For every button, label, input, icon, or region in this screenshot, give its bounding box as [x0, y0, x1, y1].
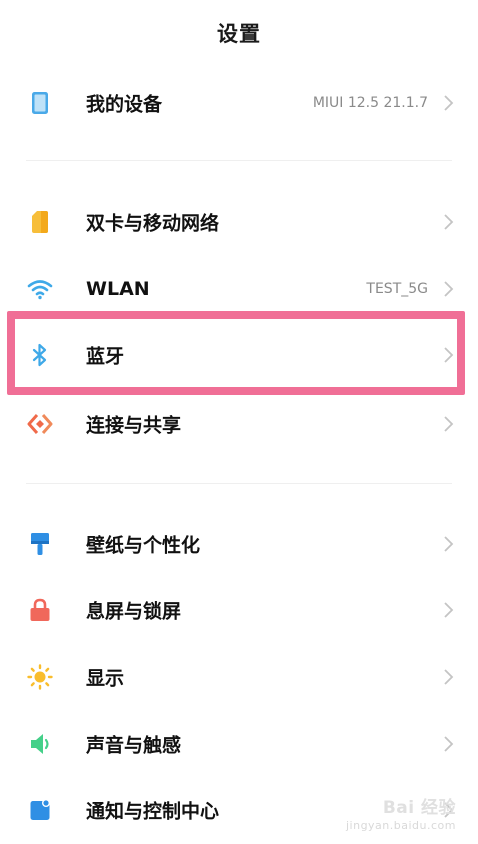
- settings-item-label: 蓝牙: [86, 345, 125, 368]
- watermark: Bai 经验 jingyan.baidu.com: [346, 798, 456, 832]
- settings-item-label: 息屏与锁屏: [86, 600, 182, 623]
- settings-item-my-device[interactable]: 我的设备 MIUI 12.5 21.1.7: [0, 71, 478, 135]
- settings-item-wlan[interactable]: WLAN TEST_5G: [0, 257, 478, 321]
- wifi-icon: [26, 275, 54, 303]
- settings-item-label: WLAN: [86, 278, 150, 300]
- chevron-right-icon: [444, 602, 454, 618]
- settings-item-label: 双卡与移动网络: [86, 212, 220, 235]
- chevron-right-icon: [444, 214, 454, 230]
- chevron-right-icon: [444, 281, 454, 297]
- chevron-right-icon: [444, 736, 454, 752]
- settings-item-sound[interactable]: 声音与触感: [0, 712, 478, 776]
- device-icon: [26, 89, 54, 117]
- page-title: 设置: [217, 22, 261, 46]
- settings-item-connection[interactable]: 连接与共享: [0, 392, 478, 456]
- settings-item-label: 通知与控制中心: [86, 800, 220, 823]
- notification-icon: [26, 796, 54, 824]
- chevron-right-icon: [444, 536, 454, 552]
- settings-item-label: 连接与共享: [86, 414, 182, 437]
- chevron-right-icon: [444, 669, 454, 685]
- settings-item-label: 显示: [86, 667, 125, 690]
- settings-item-sim[interactable]: 双卡与移动网络: [0, 190, 478, 254]
- settings-item-label: 壁纸与个性化: [86, 534, 201, 557]
- section-divider: [26, 160, 452, 161]
- watermark-subtext: jingyan.baidu.com: [345, 818, 456, 832]
- paintbrush-icon: [26, 530, 54, 558]
- speaker-icon: [26, 730, 54, 758]
- settings-item-value: TEST_5G: [366, 281, 428, 297]
- chevron-right-icon: [444, 347, 454, 363]
- bluetooth-icon: [26, 341, 54, 369]
- section-divider: [26, 483, 452, 484]
- settings-item-label: 我的设备: [86, 93, 163, 116]
- share-icon: [26, 410, 54, 438]
- settings-item-bluetooth[interactable]: 蓝牙: [0, 323, 478, 387]
- chevron-right-icon: [444, 95, 454, 111]
- settings-item-label: 声音与触感: [86, 734, 182, 757]
- settings-item-value: MIUI 12.5 21.1.7: [312, 95, 428, 111]
- watermark-text: Bai 经验: [382, 798, 456, 819]
- settings-item-display[interactable]: 显示: [0, 645, 478, 709]
- chevron-right-icon: [444, 416, 454, 432]
- sun-icon: [26, 663, 54, 691]
- lock-icon: [26, 596, 54, 624]
- settings-item-lockscreen[interactable]: 息屏与锁屏: [0, 578, 478, 642]
- sim-card-icon: [26, 208, 54, 236]
- settings-item-wallpaper[interactable]: 壁纸与个性化: [0, 512, 478, 576]
